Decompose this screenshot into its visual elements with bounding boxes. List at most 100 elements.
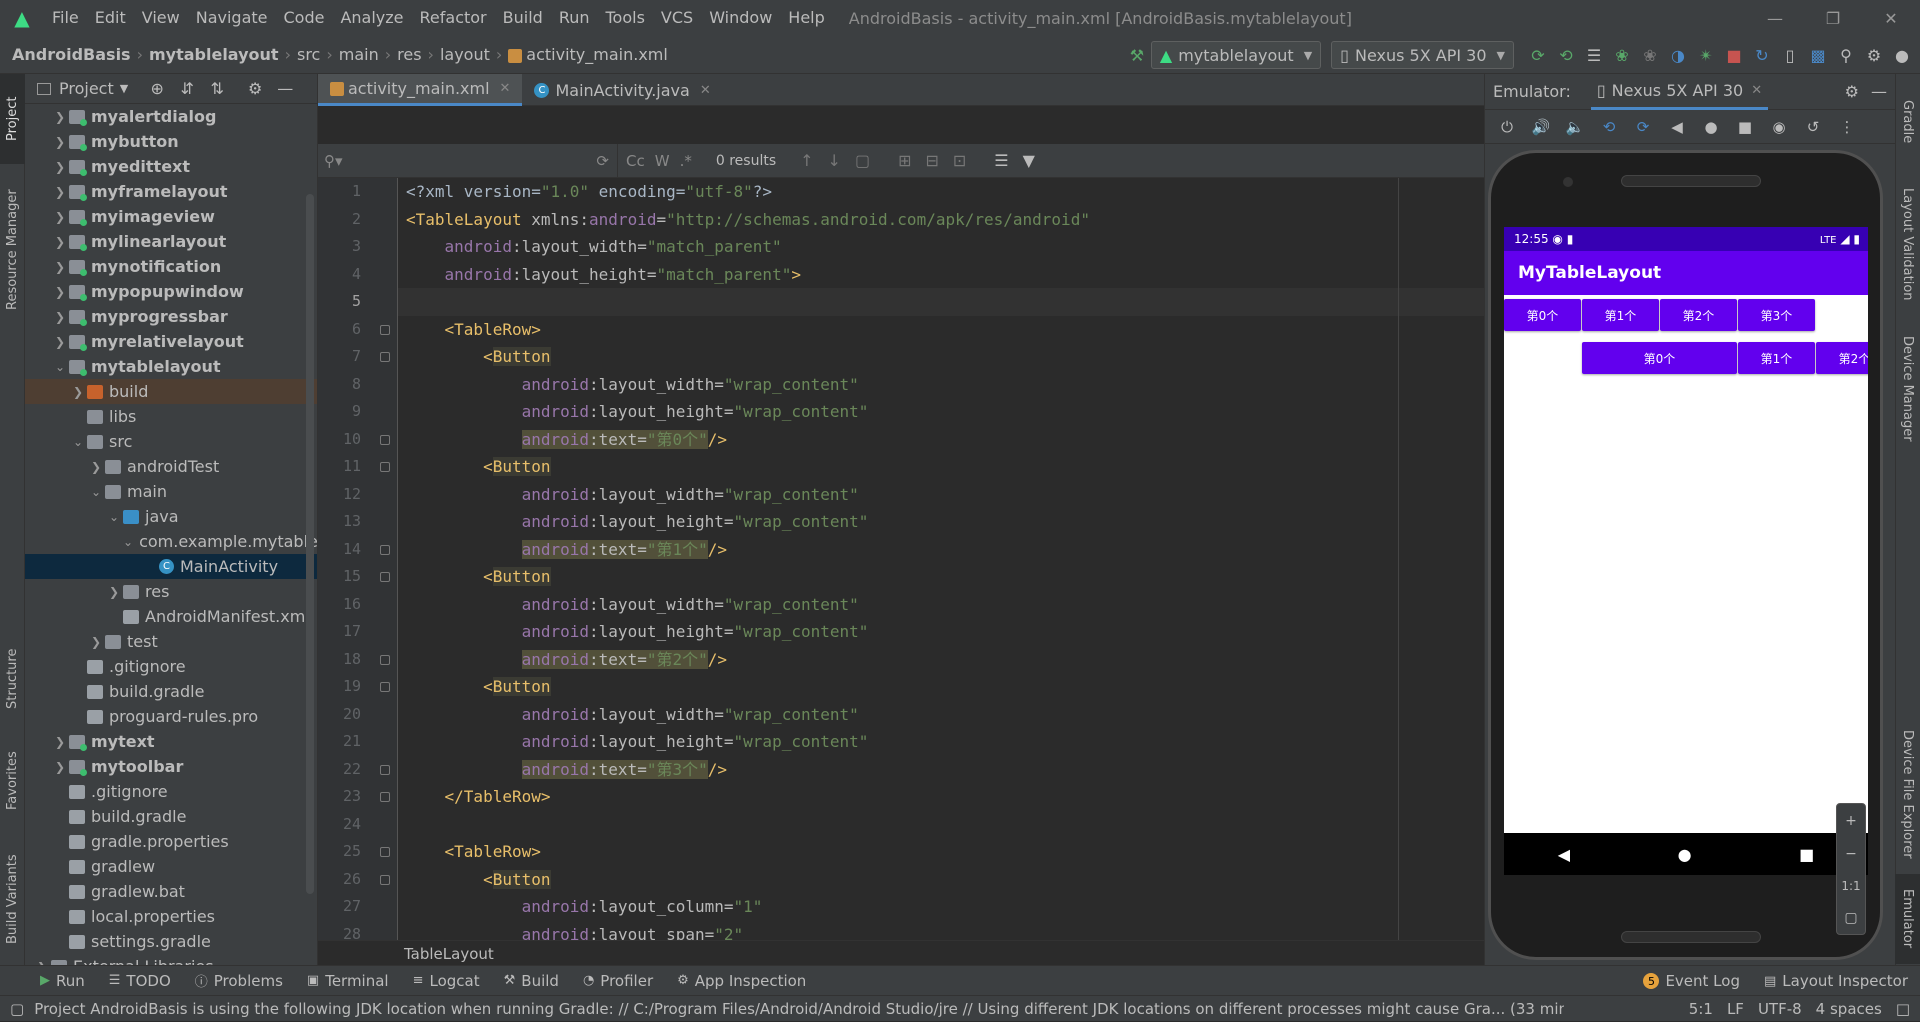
tool-problems[interactable]: ⓘ Problems <box>183 971 295 991</box>
menu-refactor[interactable]: Refactor <box>412 0 495 36</box>
back-icon[interactable]: ◀ <box>1663 118 1691 136</box>
row1-button-2[interactable]: 第2个 <box>1660 299 1737 331</box>
fold-marker-icon[interactable] <box>380 847 390 857</box>
menu-help[interactable]: Help <box>780 0 832 36</box>
expand-all-icon[interactable]: ⇵ <box>172 75 202 103</box>
match-case-toggle[interactable]: Cc <box>626 152 645 170</box>
close-window-icon[interactable]: ✕ <box>1862 0 1920 36</box>
menu-vcs[interactable]: VCS <box>653 0 701 36</box>
menu-navigate[interactable]: Navigate <box>188 0 276 36</box>
tree-item[interactable]: ❯ myrelativelayout <box>25 329 317 354</box>
chevron-right-icon[interactable]: ❯ <box>51 310 69 324</box>
line-separator[interactable]: LF <box>1727 1000 1744 1018</box>
tab-device-file-explorer[interactable]: Device File Explorer <box>1895 704 1920 884</box>
tree-item[interactable]: ❯ test <box>25 629 317 654</box>
row1-button-0[interactable]: 第0个 <box>1504 299 1581 331</box>
chevron-right-icon[interactable]: ❯ <box>105 585 123 599</box>
device-select[interactable]: ▯ Nexus 5X API 30 ▼ <box>1331 41 1514 69</box>
fold-marker-icon[interactable] <box>380 324 390 335</box>
tree-item[interactable]: ⌄ java <box>25 504 317 529</box>
fold-marker-icon[interactable] <box>380 654 390 665</box>
fold-marker-icon[interactable] <box>380 544 390 555</box>
tab-emulator[interactable]: Emulator <box>1895 874 1920 964</box>
caret-position[interactable]: 5:1 <box>1689 1000 1713 1018</box>
back-icon[interactable]: ◀ <box>1558 845 1570 864</box>
chevron-right-icon[interactable]: ❯ <box>51 110 69 124</box>
locate-icon[interactable]: ⊕ <box>142 75 172 103</box>
attach-debugger-icon[interactable]: ❀ <box>1636 41 1664 69</box>
menu-file[interactable]: File <box>44 0 87 36</box>
tree-item[interactable]: .gitignore <box>25 654 317 679</box>
menu-edit[interactable]: Edit <box>87 0 134 36</box>
breadcrumb-item[interactable]: AndroidBasis <box>8 45 135 64</box>
row2-button-2[interactable]: 第2个 <box>1816 342 1868 374</box>
project-scrollbar[interactable] <box>306 194 314 894</box>
account-icon[interactable]: ● <box>1888 41 1916 69</box>
menu-window[interactable]: Window <box>701 0 780 36</box>
breadcrumb-item[interactable]: main <box>335 45 383 64</box>
zoom-out-button[interactable]: − <box>1845 846 1857 862</box>
zoom-in-button[interactable]: + <box>1845 813 1857 829</box>
close-tab-icon[interactable]: ✕ <box>1751 83 1762 98</box>
hammer-build-icon[interactable]: ⚒ <box>1123 41 1151 69</box>
menu-code[interactable]: Code <box>276 0 333 36</box>
editor-tab[interactable]: activity_main.xml ✕ <box>318 74 523 106</box>
home-icon[interactable]: ● <box>1697 118 1725 136</box>
fold-marker-icon[interactable] <box>380 352 390 362</box>
tab-resource-manager[interactable]: Resource Manager <box>0 170 25 330</box>
find-input[interactable]: ⚲▾ ⟳ <box>318 143 618 178</box>
screenshot-icon[interactable]: ◉ <box>1765 118 1793 136</box>
fold-marker-icon[interactable] <box>380 682 390 692</box>
stop-icon[interactable]: ■ <box>1720 41 1748 69</box>
status-toggle-icon[interactable]: ▢ <box>0 1000 24 1018</box>
fold-marker-icon[interactable] <box>380 874 390 885</box>
zoom-fit-button[interactable]: ▢ <box>1844 910 1857 926</box>
debug-icon[interactable]: ❀ <box>1608 41 1636 69</box>
row2-button-1[interactable]: 第1个 <box>1738 342 1815 374</box>
tool-build[interactable]: ⚒ Build <box>492 972 571 990</box>
sync-gradle-icon[interactable]: ↻ <box>1748 41 1776 69</box>
chevron-down-icon[interactable]: ⌄ <box>87 485 105 499</box>
tool-run[interactable]: ▶ Run <box>28 972 97 990</box>
tree-item[interactable]: proguard-rules.pro <box>25 704 317 729</box>
tree-item[interactable]: AndroidManifest.xml <box>25 604 317 629</box>
breadcrumb-item[interactable]: mytablelayout <box>145 45 283 64</box>
status-message[interactable]: Project AndroidBasis is using the follow… <box>24 1000 1564 1018</box>
volume-down-icon[interactable]: 🔈 <box>1561 118 1589 136</box>
tree-item[interactable]: build.gradle <box>25 679 317 704</box>
select-all-icon[interactable]: ⊡ <box>953 151 966 170</box>
tool-profiler[interactable]: ◔ Profiler <box>571 972 665 990</box>
tree-item[interactable]: ❯ androidTest <box>25 454 317 479</box>
debug-attach-icon[interactable]: ✴ <box>1692 41 1720 69</box>
tree-item[interactable]: .gitignore <box>25 779 317 804</box>
apply-changes-icon[interactable]: ⟳ <box>1524 41 1552 69</box>
chevron-right-icon[interactable]: ❯ <box>51 735 69 749</box>
file-encoding[interactable]: UTF-8 <box>1758 1000 1802 1018</box>
event-log-button[interactable]: 5 Event Log <box>1631 972 1752 990</box>
sdk-manager-icon[interactable]: ▩ <box>1804 41 1832 69</box>
tree-item[interactable]: ❯ myprogressbar <box>25 304 317 329</box>
tree-item[interactable]: ❯ mynotification <box>25 254 317 279</box>
fold-marker-icon[interactable] <box>380 572 390 582</box>
tree-item[interactable]: ❯ myedittext <box>25 154 317 179</box>
tree-item[interactable]: settings.gradle <box>25 929 317 954</box>
power-icon[interactable]: ⏻ <box>1493 118 1521 136</box>
tree-item[interactable]: build.gradle <box>25 804 317 829</box>
next-occurrence-icon[interactable]: ↓ <box>828 151 841 170</box>
breadcrumb-item[interactable]: layout <box>436 45 494 64</box>
add-selection-icon[interactable]: ⊞ <box>898 151 911 170</box>
overview-icon[interactable]: ■ <box>1799 845 1814 864</box>
chevron-down-icon[interactable]: ⌄ <box>69 435 87 449</box>
overview-icon[interactable]: ■ <box>1731 118 1759 136</box>
tree-item[interactable]: ❯ myframelayout <box>25 179 317 204</box>
rotate-right-icon[interactable]: ⟳ <box>1629 118 1657 136</box>
filter-options-icon[interactable]: ☰ <box>994 151 1008 170</box>
search-icon[interactable]: ⚲ <box>1832 41 1860 69</box>
tree-item[interactable]: ❯ myimageview <box>25 204 317 229</box>
hide-panel-icon[interactable]: — <box>270 75 300 103</box>
settings-gear-icon[interactable]: ⚙ <box>1845 82 1859 101</box>
remove-selection-icon[interactable]: ⊟ <box>925 151 938 170</box>
breadcrumb-item[interactable]: src <box>293 45 324 64</box>
hide-panel-icon[interactable]: — <box>1871 82 1887 101</box>
device-screen[interactable]: 12:55 ◉ ▮ LTE ◢ ▮ MyTableLayout 第0个 第1个 … <box>1504 227 1868 875</box>
